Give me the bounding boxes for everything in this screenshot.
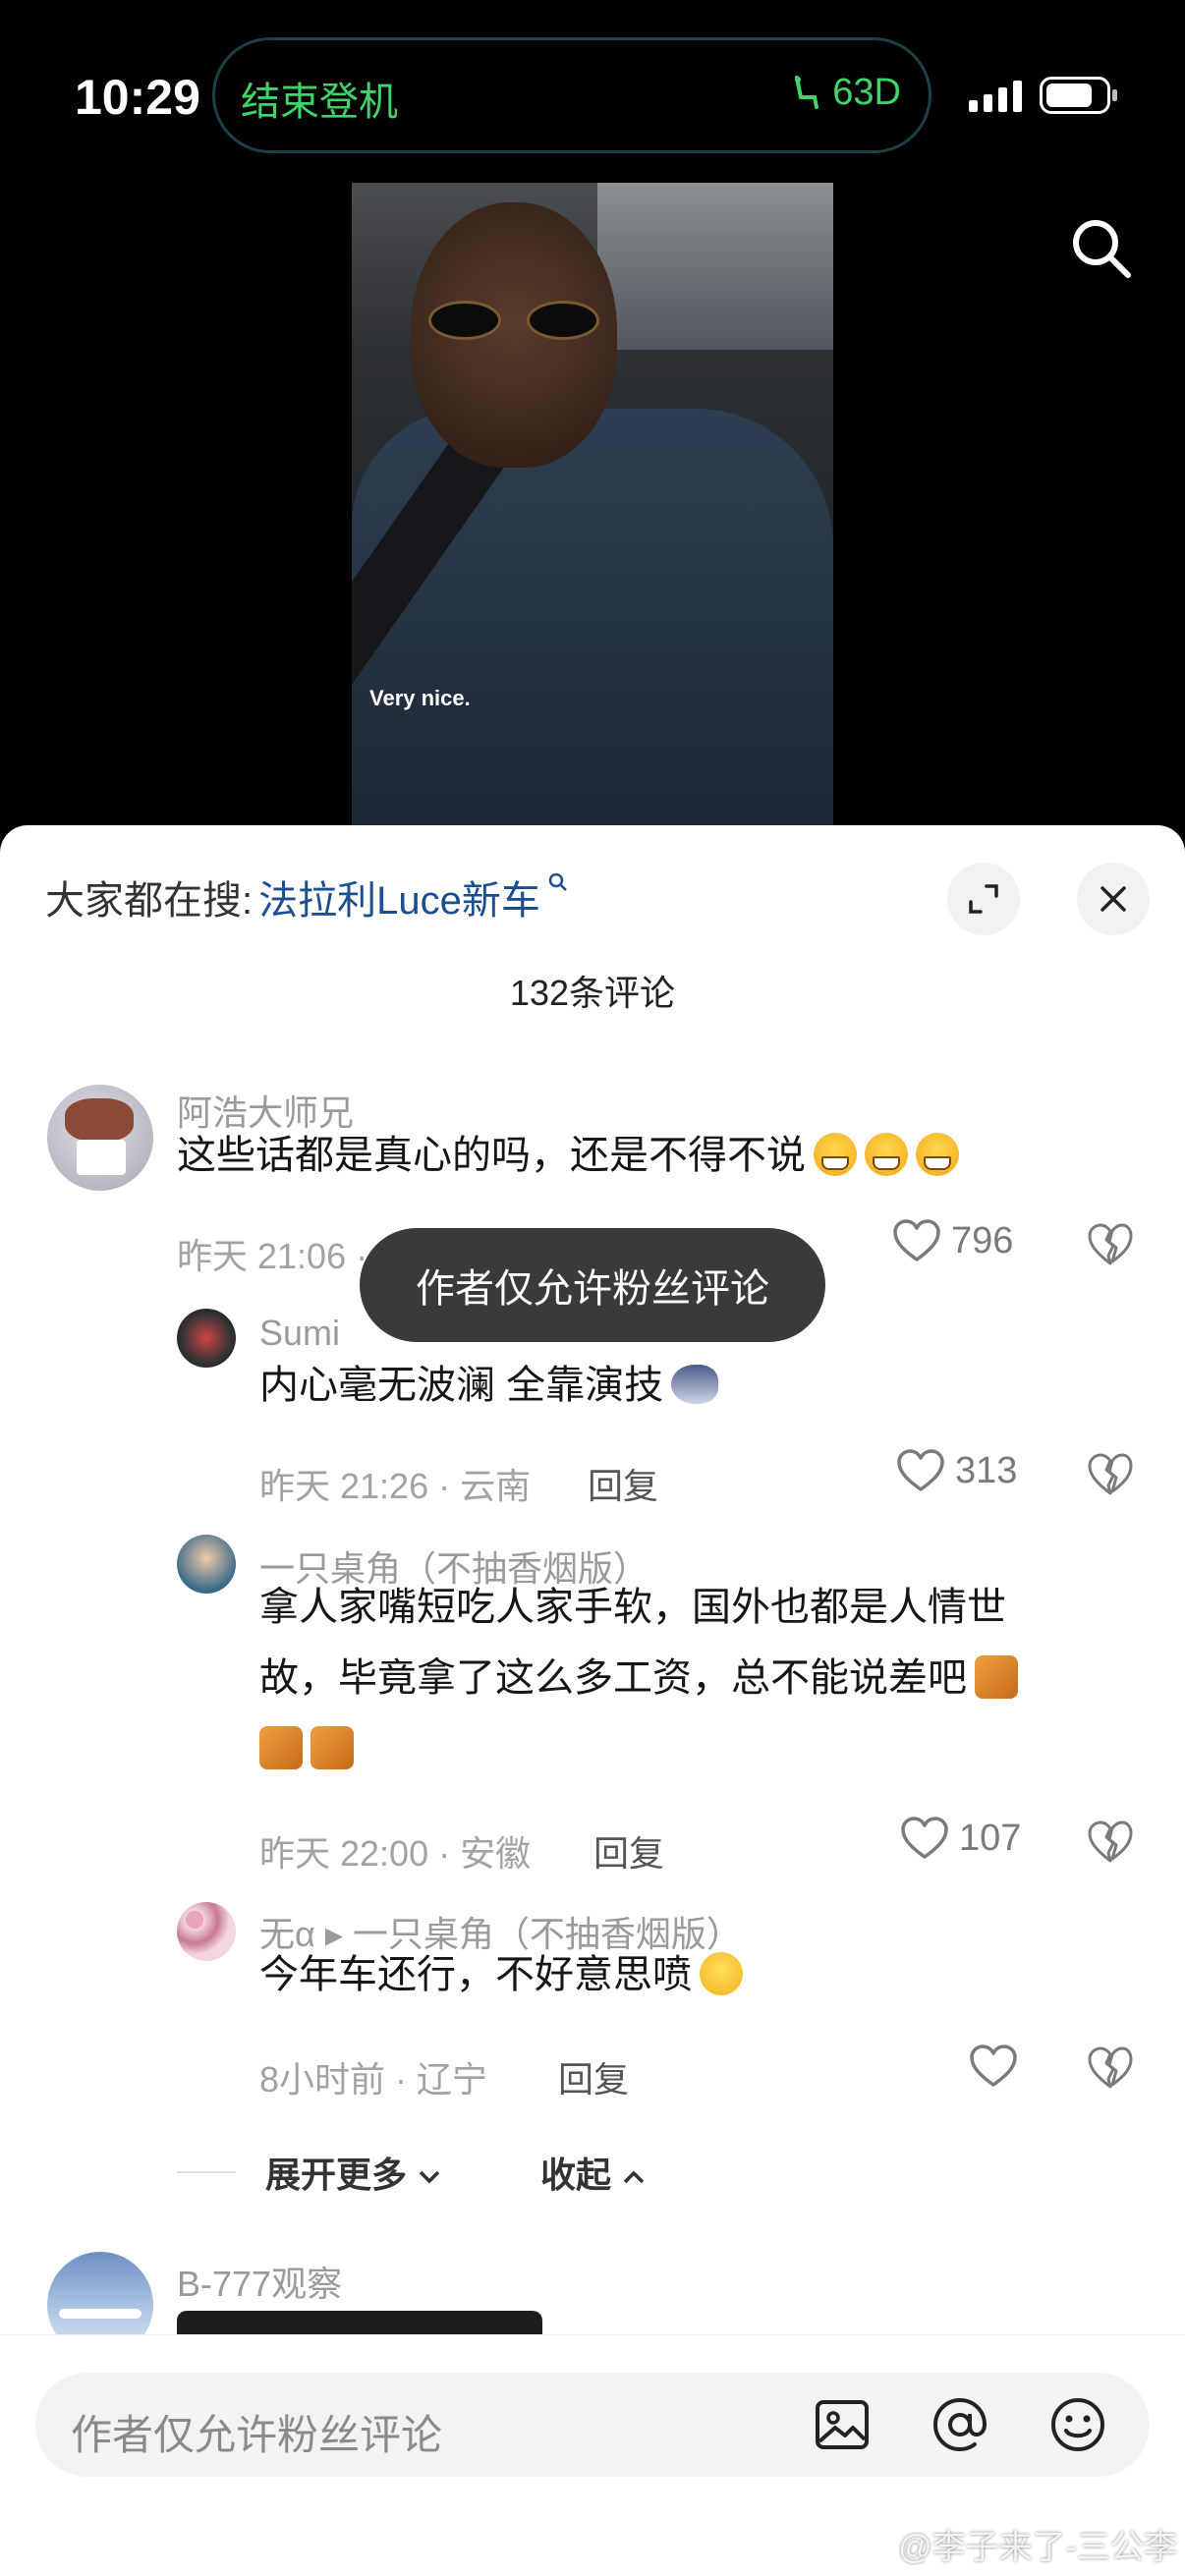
heart-icon (901, 1817, 948, 1859)
close-icon (1100, 886, 1126, 912)
comment-input[interactable]: 作者仅允许粉丝评论 (35, 2373, 1150, 2477)
reply-button[interactable]: 回复 (588, 1458, 658, 1509)
cat-emoji (310, 1726, 354, 1769)
broken-heart-icon[interactable] (1087, 1820, 1134, 1867)
comment-count: 132条评论 (509, 973, 676, 1013)
shy-smile-emoji (700, 1952, 743, 1995)
comment-sheet: 大家都在搜: 法拉利Luce新车 132条评论 阿浩大师兄 这些话都是真心的吗，… (0, 825, 1185, 2576)
like-count: 107 (959, 1817, 1022, 1859)
broken-heart-icon[interactable] (1087, 1222, 1134, 1269)
comment-meta: 昨天 21:26 · 云南 (259, 1466, 532, 1506)
status-time: 10:29 (75, 70, 200, 125)
reply-button[interactable]: 回复 (558, 2051, 629, 2102)
cat-emoji (975, 1655, 1018, 1699)
avatar[interactable] (177, 1902, 236, 1961)
fullscreen-button[interactable] (947, 863, 1020, 935)
like-button[interactable]: 796 (892, 1218, 1013, 1263)
comment-meta: 昨天 21:06 · (177, 1236, 368, 1276)
hot-search-label: 大家都在搜: (45, 879, 254, 923)
chevron-down-icon (419, 2171, 440, 2184)
heart-icon (893, 1219, 940, 1261)
video-person-body (352, 409, 833, 825)
grin-emoji (814, 1133, 857, 1176)
heart-icon[interactable] (969, 2044, 1018, 2089)
toast-message: 作者仅允许粉丝评论 (360, 1228, 825, 1342)
avatar[interactable] (177, 1535, 236, 1594)
emoji-icon[interactable] (1047, 2394, 1108, 2455)
comment-text: 今年车还行，不好意思喷 (259, 1939, 743, 2010)
thread-controls: 展开更多 收起 (177, 2148, 647, 2197)
video-player[interactable]: Very nice. (352, 183, 833, 825)
comment-input-placeholder: 作者仅允许粉丝评论 (71, 2412, 443, 2458)
broken-heart-icon[interactable] (1087, 2045, 1134, 2093)
island-seat: 63D (791, 72, 901, 114)
seat-icon (795, 75, 819, 109)
like-button[interactable]: 313 (896, 1448, 1017, 1493)
chevron-up-icon (623, 2171, 645, 2184)
close-button[interactable] (1077, 863, 1150, 935)
at-icon[interactable] (930, 2394, 990, 2455)
collapse-button[interactable]: 收起 (540, 2147, 647, 2198)
sunglasses (428, 301, 605, 344)
cat-emoji (259, 1726, 303, 1769)
comment-emoji-line (259, 1713, 354, 1784)
comment-username[interactable]: Sumi (259, 1313, 340, 1354)
image-icon[interactable] (812, 2394, 873, 2455)
video-caption: Very nice. (369, 686, 471, 710)
grin-emoji (916, 1133, 959, 1176)
hot-search[interactable]: 大家都在搜: 法拉利Luce新车 (45, 868, 570, 925)
battery-icon (1040, 77, 1117, 114)
weibo-watermark: @李子来了-三公李 (857, 2520, 1177, 2568)
broken-heart-icon[interactable] (1087, 1452, 1134, 1499)
reply-button[interactable]: 回复 (593, 1825, 664, 1876)
dynamic-island[interactable]: 结束登机 63D (212, 37, 931, 153)
status-bar: 10:29 结束登机 63D (0, 0, 1185, 172)
hot-search-term[interactable]: 法拉利Luce新车 (258, 868, 540, 925)
like-count: 313 (955, 1449, 1018, 1491)
weibo-logo-icon (857, 2532, 891, 2559)
comment-text: 内心毫无波澜 全靠演技 (259, 1350, 719, 1421)
cat-face-emoji (671, 1365, 719, 1404)
grin-emoji (865, 1133, 908, 1176)
avatar[interactable] (47, 1085, 153, 1191)
like-button[interactable]: 107 (900, 1816, 1021, 1861)
comment-meta: 昨天 22:00 · 安徽 (259, 1833, 532, 1874)
comment-username[interactable]: B-777观察 (177, 2256, 342, 2307)
comment-text: 这些话都是真心的吗，还是不得不说 (177, 1120, 959, 1191)
island-boarding-text: 结束登机 (241, 80, 398, 125)
like-count: 796 (951, 1219, 1014, 1261)
cellular-signal-icon (969, 81, 1022, 112)
comment-text-line: 拿人家嘴短吃人家手软，国外也都是人情世 (259, 1586, 1006, 1629)
search-small-icon (548, 872, 567, 891)
fullscreen-icon (969, 884, 998, 914)
avatar[interactable] (177, 1309, 236, 1368)
comment-meta: 8小时前 · 辽宁 (259, 2059, 488, 2100)
comment-text-line: 故，毕竟拿了这么多工资，总不能说差吧 (259, 1643, 1018, 1713)
search-icon[interactable] (1067, 214, 1136, 283)
expand-more-button[interactable]: 展开更多 (265, 2147, 442, 2198)
heart-icon (897, 1449, 944, 1491)
seat-number: 63D (832, 72, 901, 113)
